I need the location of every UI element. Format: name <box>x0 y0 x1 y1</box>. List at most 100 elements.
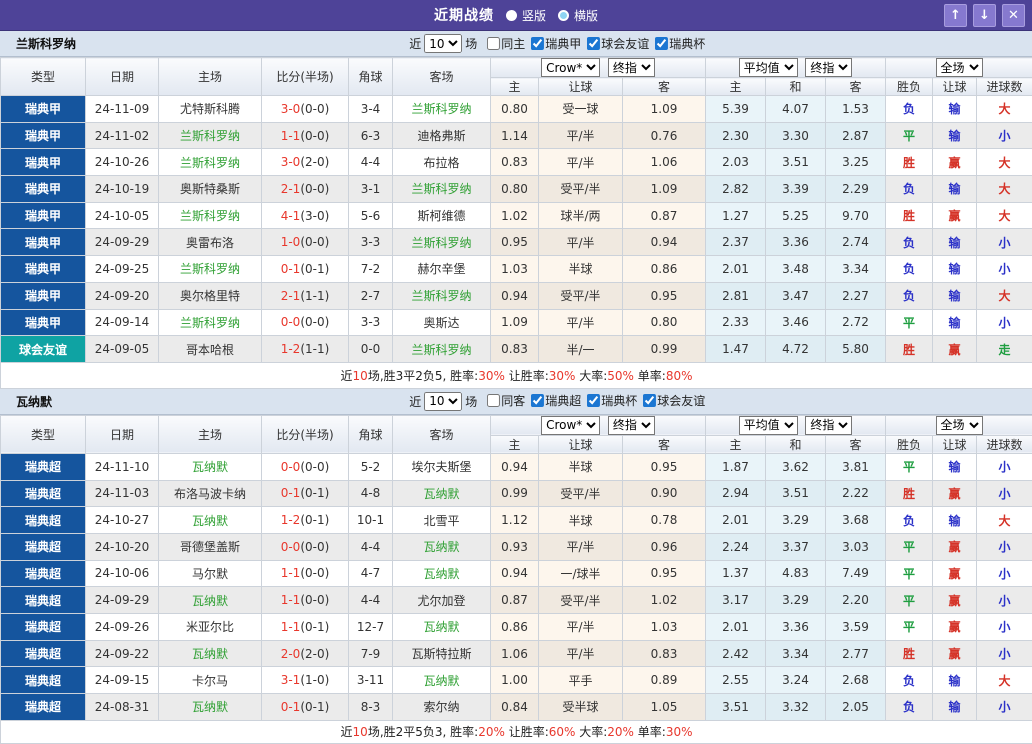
avg-away-cell: 3.03 <box>826 533 886 560</box>
avg-home-cell: 2.30 <box>706 122 766 149</box>
col-result-goals: 进球数 <box>977 435 1032 453</box>
result-wdl-cell: 胜 <box>886 336 933 363</box>
vertical-radio[interactable] <box>506 10 517 21</box>
summary-segment: 让胜率: <box>505 725 549 739</box>
match-row: 瑞典超24-08-31瓦纳默0-1(0-1)8-3索尔纳0.84受半球1.053… <box>1 694 1032 721</box>
match-row: 瑞典超24-09-22瓦纳默2-0(2-0)7-9瓦斯特拉斯1.06平/半0.8… <box>1 640 1032 667</box>
filter-checkbox-input[interactable] <box>643 394 656 407</box>
average-select[interactable]: 平均值 <box>739 58 798 77</box>
filter-checkbox-input[interactable] <box>655 37 668 50</box>
games-label: 场 <box>465 35 477 52</box>
filter-checkbox[interactable]: 同主 <box>483 35 525 52</box>
vertical-radio-label[interactable]: 竖版 <box>522 7 546 24</box>
result-wdl-cell: 平 <box>886 309 933 336</box>
horizontal-radio-label[interactable]: 横版 <box>574 7 598 24</box>
result-goals-cell: 大 <box>977 507 1032 534</box>
filter-checkbox[interactable]: 球会友谊 <box>583 35 649 52</box>
result-handicap-cell: 输 <box>933 229 977 256</box>
filter-checkbox-input[interactable] <box>487 394 500 407</box>
result-wdl-cell: 负 <box>886 694 933 721</box>
filter-checkbox-input[interactable] <box>487 37 500 50</box>
dialog-titlebar: 近期战绩 竖版 横版 ↑ ↓ ✕ <box>0 0 1032 31</box>
odds-away-cell: 0.83 <box>623 640 706 667</box>
avg-stage-select[interactable]: 终指 <box>805 58 852 77</box>
summary-segment: 大率: <box>575 725 607 739</box>
odds-handicap-cell: 受半球 <box>539 694 623 721</box>
odds-home-cell: 0.95 <box>491 229 539 256</box>
filter-checkbox[interactable]: 瑞典超 <box>527 392 581 409</box>
filter-checkbox-input[interactable] <box>587 394 600 407</box>
home-team-cell: 兰斯科罗纳 <box>159 309 262 336</box>
result-handicap-cell: 赢 <box>933 202 977 229</box>
avg-home-cell: 1.37 <box>706 560 766 587</box>
filter-checkbox[interactable]: 瑞典杯 <box>651 35 705 52</box>
scope-select[interactable]: 全场 <box>936 58 983 77</box>
result-handicap-cell: 输 <box>933 282 977 309</box>
league-filter-checkboxes: 同主瑞典甲球会友谊瑞典杯 <box>481 35 705 53</box>
odds-home-cell: 0.80 <box>491 176 539 203</box>
avg-away-cell: 5.80 <box>826 336 886 363</box>
summary-segment: 单率: <box>634 725 666 739</box>
bookmaker-select[interactable]: Crow* <box>541 58 600 77</box>
odds-home-cell: 1.06 <box>491 640 539 667</box>
match-row: 瑞典甲24-10-19奥斯特桑斯2-1(0-0)3-1兰斯科罗纳0.80受平/半… <box>1 176 1032 203</box>
col-date: 日期 <box>86 415 159 453</box>
score-cell: 1-1(0-0) <box>262 587 349 614</box>
home-team-cell: 奥雷布洛 <box>159 229 262 256</box>
average-select[interactable]: 平均值 <box>739 416 798 435</box>
scroll-up-button[interactable]: ↑ <box>944 4 967 27</box>
avg-away-cell: 3.59 <box>826 614 886 641</box>
league-type-cell: 瑞典超 <box>1 560 86 587</box>
result-handicap-cell: 输 <box>933 309 977 336</box>
avg-draw-cell: 3.48 <box>766 256 826 283</box>
team-name: 兰斯科罗纳 <box>0 35 76 52</box>
corner-cell: 4-8 <box>349 480 393 507</box>
filter-checkbox-input[interactable] <box>531 37 544 50</box>
result-wdl-cell: 胜 <box>886 480 933 507</box>
odds-away-cell: 0.89 <box>623 667 706 694</box>
filter-checkbox-input[interactable] <box>587 37 600 50</box>
avg-draw-cell: 3.51 <box>766 149 826 176</box>
avg-stage-select[interactable]: 终指 <box>805 416 852 435</box>
recent-results-table: 类型 日期 主场 比分(半场) 角球 客场 Crow* 终指 平均值 终指 <box>0 415 1032 744</box>
odds-home-cell: 1.02 <box>491 202 539 229</box>
score-cell: 0-1(0-1) <box>262 256 349 283</box>
filter-controls: 近 10 场 同主瑞典甲球会友谊瑞典杯 <box>409 34 705 53</box>
result-goals-cell: 走 <box>977 336 1032 363</box>
score-cell: 2-0(2-0) <box>262 640 349 667</box>
match-row: 瑞典超24-10-20哥德堡盖斯0-0(0-0)4-4瓦纳默0.93平/半0.9… <box>1 533 1032 560</box>
odds-stage-select[interactable]: 终指 <box>608 58 655 77</box>
odds-handicap-cell: 平/半 <box>539 122 623 149</box>
filter-checkbox[interactable]: 瑞典甲 <box>527 35 581 52</box>
horizontal-radio[interactable] <box>558 10 569 21</box>
avg-draw-cell: 3.46 <box>766 309 826 336</box>
result-wdl-cell: 平 <box>886 533 933 560</box>
date-cell: 24-09-22 <box>86 640 159 667</box>
match-count-select[interactable]: 10 <box>424 34 462 53</box>
filter-checkbox[interactable]: 瑞典杯 <box>583 392 637 409</box>
date-cell: 24-11-02 <box>86 122 159 149</box>
col-date: 日期 <box>86 58 159 96</box>
odds-handicap-cell: 平/半 <box>539 149 623 176</box>
match-count-select[interactable]: 10 <box>424 392 462 411</box>
date-cell: 24-09-29 <box>86 229 159 256</box>
close-button[interactable]: ✕ <box>1002 4 1025 27</box>
home-team-cell: 布洛马波卡纳 <box>159 480 262 507</box>
summary-segment: 10 <box>353 725 368 739</box>
score-cell: 2-1(0-0) <box>262 176 349 203</box>
filter-checkbox-input[interactable] <box>531 394 544 407</box>
scroll-down-button[interactable]: ↓ <box>973 4 996 27</box>
league-type-cell: 瑞典超 <box>1 667 86 694</box>
avg-away-cell: 3.25 <box>826 149 886 176</box>
away-team-cell: 兰斯科罗纳 <box>393 229 491 256</box>
bookmaker-select[interactable]: Crow* <box>541 416 600 435</box>
odds-stage-select[interactable]: 终指 <box>608 416 655 435</box>
scope-select[interactable]: 全场 <box>936 416 983 435</box>
col-score: 比分(半场) <box>262 415 349 453</box>
odds-home-cell: 1.09 <box>491 309 539 336</box>
odds-home-cell: 1.14 <box>491 122 539 149</box>
league-type-cell: 瑞典超 <box>1 640 86 667</box>
filter-checkbox[interactable]: 球会友谊 <box>639 392 705 409</box>
filter-checkbox[interactable]: 同客 <box>483 392 525 409</box>
result-handicap-cell: 赢 <box>933 560 977 587</box>
